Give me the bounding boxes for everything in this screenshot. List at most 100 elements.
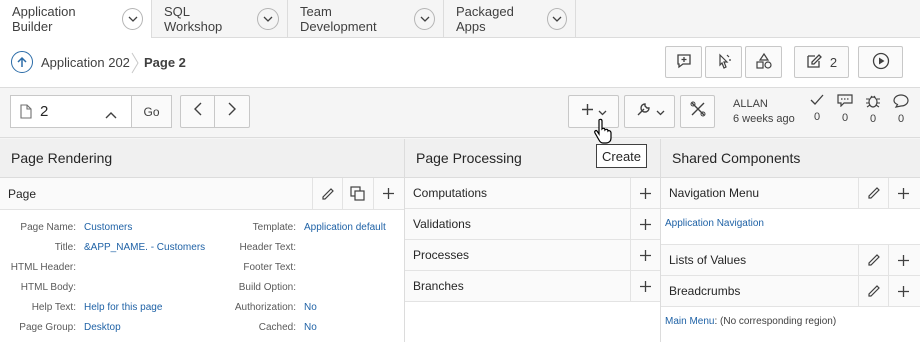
chevron-down-icon — [656, 103, 665, 121]
panel-title: Page Rendering — [0, 139, 404, 178]
stat-count: 0 — [869, 113, 877, 125]
chat-bubble-icon — [837, 94, 853, 110]
developer-tools-button[interactable] — [680, 95, 715, 128]
stat-count: 0 — [813, 111, 821, 123]
page-name-link[interactable]: Customers — [84, 221, 132, 235]
chevron-down-icon[interactable] — [122, 8, 143, 30]
previous-page-button[interactable] — [180, 95, 215, 128]
edit-page-button[interactable] — [312, 178, 342, 209]
comments-stat[interactable]: 0 — [835, 94, 855, 124]
chevron-down-icon[interactable] — [414, 8, 435, 30]
checks-stat[interactable]: 0 — [807, 94, 827, 123]
edit-icon — [806, 53, 822, 72]
tab-packaged-apps[interactable]: Packaged Apps — [444, 0, 576, 38]
add-validation-button[interactable] — [630, 209, 660, 239]
play-icon — [872, 52, 890, 73]
navigation-menu-row[interactable]: Navigation Menu — [661, 178, 920, 209]
next-page-button[interactable] — [214, 95, 250, 128]
section-label: Page — [8, 186, 37, 201]
application-navigation-link[interactable]: Application Navigation — [665, 218, 764, 229]
page-icon — [20, 104, 32, 119]
debug-button[interactable] — [705, 46, 742, 78]
chevron-down-icon[interactable] — [546, 8, 567, 30]
prop-label: Cached: — [258, 322, 296, 333]
chevron-down-icon[interactable] — [257, 8, 279, 30]
shared-components-button[interactable] — [745, 46, 782, 78]
processes-row[interactable]: Processes — [405, 240, 660, 271]
edit-count-button[interactable]: 2 — [794, 46, 849, 78]
add-breadcrumbs-button[interactable] — [888, 276, 918, 306]
plus-icon — [898, 254, 909, 266]
plus-icon — [383, 188, 394, 199]
chevron-up-icon[interactable] — [105, 106, 117, 124]
wrench-icon — [635, 101, 652, 123]
plus-icon — [640, 249, 651, 261]
edit-lov-button[interactable] — [858, 245, 888, 275]
last-edited-info: ALLAN 6 weeks ago — [733, 97, 795, 127]
tab-application-builder[interactable]: Application Builder — [0, 0, 152, 39]
prop-label: Page Name: — [20, 222, 76, 233]
breadcrumb-current-page: Page 2 — [144, 55, 186, 70]
tab-label: Application Builder — [12, 4, 76, 34]
cached-link[interactable]: No — [304, 321, 317, 335]
row-label: Branches — [413, 279, 464, 293]
copy-page-button[interactable] — [342, 178, 372, 209]
tab-sql-workshop[interactable]: SQL Workshop — [152, 0, 288, 38]
last-edited-time: 6 weeks ago — [733, 113, 795, 125]
page-toolbar: 2 Go ALLAN 6 weeks ago 0 0 0 0 — [0, 89, 920, 138]
help-text-link[interactable]: Help for this page — [84, 301, 162, 315]
go-button[interactable]: Go — [131, 96, 171, 127]
bugs-stat[interactable]: 0 — [863, 94, 883, 125]
pencil-icon — [321, 187, 334, 200]
lists-of-values-row[interactable]: Lists of Values — [661, 245, 920, 276]
edit-navigation-menu-button[interactable] — [858, 178, 888, 208]
title-link[interactable]: &APP_NAME. - Customers — [84, 241, 205, 255]
breadcrumb-bar: Application 202 Page 2 2 — [0, 38, 920, 88]
page-rendering-panel: Page Rendering Page Page Name: Customers… — [0, 139, 405, 342]
authorization-link[interactable]: No — [304, 301, 317, 315]
plus-icon — [640, 218, 651, 230]
tab-team-development[interactable]: Team Development — [288, 0, 444, 38]
feedback-stat[interactable]: 0 — [891, 94, 911, 125]
page-group-link[interactable]: Desktop — [84, 321, 121, 335]
plus-icon — [640, 280, 651, 292]
tab-label: Team Development — [300, 4, 377, 34]
navigation-menu-content: Application Navigation — [661, 209, 920, 245]
shapes-icon — [755, 52, 773, 73]
breadcrumbs-row[interactable]: Breadcrumbs — [661, 276, 920, 307]
page-number-input[interactable]: 2 — [40, 103, 100, 120]
speech-bubble-plus-icon — [675, 52, 693, 73]
prop-label: HTML Header: — [10, 262, 76, 273]
tab-label: Packaged Apps — [456, 4, 514, 34]
add-computation-button[interactable] — [630, 178, 660, 208]
feedback-button[interactable] — [665, 46, 702, 78]
add-navigation-menu-button[interactable] — [888, 178, 918, 208]
page-selector[interactable]: 2 Go — [10, 95, 172, 128]
bug-icon — [865, 95, 881, 111]
edit-breadcrumbs-button[interactable] — [858, 276, 888, 306]
breadcrumb-application[interactable]: Application 202 — [41, 55, 130, 70]
validations-row[interactable]: Validations — [405, 209, 660, 240]
main-menu-link[interactable]: Main Menu — [665, 316, 714, 327]
utilities-button[interactable] — [624, 95, 675, 128]
row-label: Breadcrumbs — [669, 284, 741, 298]
edit-count: 2 — [829, 54, 838, 70]
branches-row[interactable]: Branches — [405, 271, 660, 302]
prop-label: Template: — [252, 222, 296, 233]
add-page-item-button[interactable] — [373, 178, 403, 209]
row-label: Validations — [413, 217, 471, 231]
prop-label: Help Text: — [31, 302, 76, 313]
pencil-icon — [867, 254, 880, 266]
run-page-button[interactable] — [858, 46, 903, 78]
row-label: Processes — [413, 248, 470, 262]
add-branch-button[interactable] — [630, 271, 660, 301]
add-process-button[interactable] — [630, 240, 660, 270]
panel-title: Shared Components — [661, 139, 920, 178]
add-lov-button[interactable] — [888, 245, 918, 275]
tools-cross-icon — [689, 100, 707, 123]
arrow-up-icon[interactable] — [11, 51, 33, 73]
tab-label: SQL Workshop — [164, 4, 223, 34]
plus-icon — [898, 187, 909, 199]
computations-row[interactable]: Computations — [405, 178, 660, 209]
template-link[interactable]: Application default — [304, 221, 386, 235]
